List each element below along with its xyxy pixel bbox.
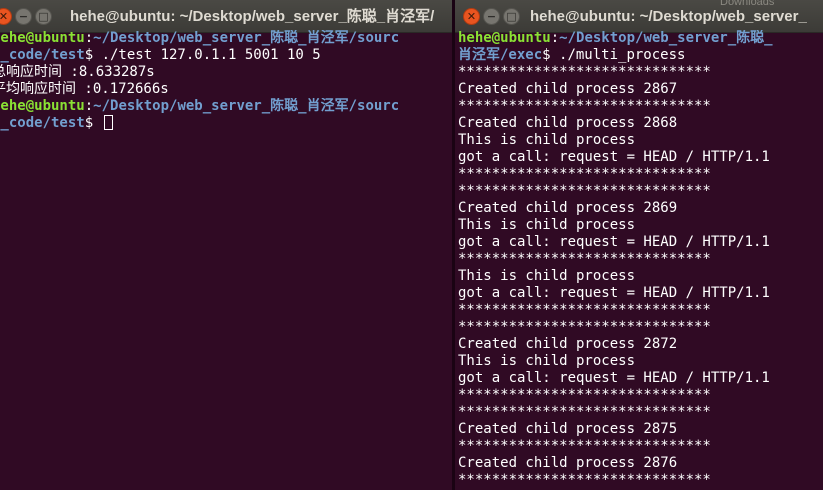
terminal-line: This is child process (458, 268, 823, 285)
terminal-line: ****************************** (458, 64, 823, 81)
terminal-line: 总响应时间 :8.633287s (0, 64, 452, 81)
output-text: This is child process (458, 268, 636, 284)
output-text: This is child process (458, 353, 636, 369)
terminal-line: ****************************** (458, 472, 823, 489)
output-text: Created child process 2876 (458, 455, 678, 471)
prompt-path: 肖泾军/exec (458, 47, 543, 63)
close-window-button[interactable]: ✕ (463, 8, 480, 25)
command-text: $ ./multi_process (542, 47, 686, 63)
command-text: $ (84, 115, 102, 131)
output-text: ****************************** (458, 166, 711, 182)
output-text: This is child process (458, 217, 636, 233)
prompt-user-host: hehe@ubuntu (0, 30, 85, 46)
terminal-line: ****************************** (458, 183, 823, 200)
prompt-path: e_code/test (0, 115, 85, 131)
close-window-button[interactable]: ✕ (0, 8, 12, 25)
terminal-line: This is child process (458, 132, 823, 149)
output-text: ****************************** (458, 98, 711, 114)
output-text: Created child process 2868 (458, 115, 678, 131)
prompt-path: ~/Desktop/web_server_陈聪_ (559, 30, 773, 46)
terminal-line: ****************************** (458, 404, 823, 421)
output-text: ****************************** (458, 404, 711, 420)
terminal-line: ****************************** (458, 302, 823, 319)
prompt-separator: : (550, 30, 560, 46)
close-icon: ✕ (466, 10, 477, 23)
terminal-line: Created child process 2869 (458, 200, 823, 217)
terminal-line: hehe@ubuntu:~/Desktop/web_server_陈聪_ (458, 30, 823, 47)
terminal-line: ****************************** (458, 166, 823, 183)
title-bar[interactable]: ✕ − □ hehe@ubuntu: ~/Desktop/web_server_… (0, 0, 452, 33)
command-text: $ ./test 127.0.1.1 5001 10 5 (84, 47, 321, 63)
output-text: ****************************** (458, 302, 711, 318)
terminal-line: 平均响应时间 :0.172666s (0, 81, 452, 98)
terminal-line: This is child process (458, 217, 823, 234)
prompt-path: e_code/test (0, 47, 85, 63)
output-text: got a call: request = HEAD / HTTP/1.1 (458, 370, 770, 386)
output-text: ****************************** (458, 64, 711, 80)
terminal-line: hehe@ubuntu:~/Desktop/web_server_陈聪_肖泾军/… (0, 30, 452, 47)
output-text: Created child process 2875 (458, 421, 678, 437)
terminal-line: e_code/test$ (0, 115, 452, 132)
terminal-line: Created child process 2875 (458, 421, 823, 438)
output-text: ****************************** (458, 438, 711, 454)
output-text: Created child process 2869 (458, 200, 678, 216)
minimize-icon: − (18, 10, 29, 23)
minimize-window-button[interactable]: − (15, 8, 32, 25)
maximize-window-button[interactable]: □ (35, 8, 52, 25)
terminal-line: got a call: request = HEAD / HTTP/1.1 (458, 285, 823, 302)
terminal-cursor (103, 115, 113, 130)
window-title: hehe@ubuntu: ~/Desktop/web_server_陈聪_肖泾军… (70, 8, 435, 25)
output-text: got a call: request = HEAD / HTTP/1.1 (458, 285, 770, 301)
output-text: ****************************** (458, 387, 711, 403)
prompt-user-host: hehe@ubuntu (0, 98, 85, 114)
terminal-line: Created child process 2868 (458, 115, 823, 132)
close-icon: ✕ (0, 11, 8, 22)
output-text: got a call: request = HEAD / HTTP/1.1 (458, 149, 770, 165)
output-text: Created child process 2872 (458, 336, 678, 352)
background-window-fragment: Downloads (720, 0, 775, 8)
terminal-line: ****************************** (458, 438, 823, 455)
title-bar[interactable]: Downloads ✕ − □ hehe@ubuntu: ~/Desktop/w… (455, 0, 823, 33)
terminal-output[interactable]: hehe@ubuntu:~/Desktop/web_server_陈聪_肖泾军/… (458, 30, 823, 489)
terminal-line: Created child process 2876 (458, 455, 823, 472)
terminal-line: This is child process (458, 353, 823, 370)
terminal-line: Created child process 2872 (458, 336, 823, 353)
terminal-window-right[interactable]: Downloads ✕ − □ hehe@ubuntu: ~/Desktop/w… (455, 0, 823, 490)
prompt-path: ~/Desktop/web_server_陈聪_肖泾军/sourc (93, 98, 400, 114)
terminal-line: Created child process 2867 (458, 81, 823, 98)
window-title: hehe@ubuntu: ~/Desktop/web_server_ (530, 8, 807, 25)
terminal-line: ****************************** (458, 387, 823, 404)
output-text: ****************************** (458, 472, 711, 488)
maximize-window-button[interactable]: □ (503, 8, 520, 25)
terminal-line: e_code/test$ ./test 127.0.1.1 5001 10 5 (0, 47, 452, 64)
minimize-icon: − (486, 10, 497, 23)
terminal-output[interactable]: hehe@ubuntu:~/Desktop/web_server_陈聪_肖泾军/… (0, 30, 452, 132)
terminal-line: got a call: request = HEAD / HTTP/1.1 (458, 149, 823, 166)
maximize-icon: □ (38, 10, 49, 23)
terminal-line: 肖泾军/exec$ ./multi_process (458, 47, 823, 64)
terminal-line: ****************************** (458, 319, 823, 336)
maximize-icon: □ (506, 10, 517, 23)
prompt-path: ~/Desktop/web_server_陈聪_肖泾军/sourc (93, 30, 400, 46)
output-text: 平均响应时间 :0.172666s (0, 81, 169, 97)
prompt-separator: : (84, 98, 94, 114)
output-text: 总响应时间 :8.633287s (0, 64, 155, 80)
terminal-line: got a call: request = HEAD / HTTP/1.1 (458, 234, 823, 251)
terminal-window-left[interactable]: ✕ − □ hehe@ubuntu: ~/Desktop/web_server_… (0, 0, 452, 490)
output-text: ****************************** (458, 251, 711, 267)
output-text: This is child process (458, 132, 636, 148)
terminal-line: ****************************** (458, 98, 823, 115)
output-text: ****************************** (458, 319, 711, 335)
terminal-line: got a call: request = HEAD / HTTP/1.1 (458, 370, 823, 387)
prompt-separator: : (84, 30, 94, 46)
output-text: ****************************** (458, 183, 711, 199)
terminal-line: hehe@ubuntu:~/Desktop/web_server_陈聪_肖泾军/… (0, 98, 452, 115)
prompt-user-host: hehe@ubuntu (458, 30, 551, 46)
terminal-line: ****************************** (458, 251, 823, 268)
output-text: Created child process 2867 (458, 81, 678, 97)
minimize-window-button[interactable]: − (483, 8, 500, 25)
output-text: got a call: request = HEAD / HTTP/1.1 (458, 234, 770, 250)
